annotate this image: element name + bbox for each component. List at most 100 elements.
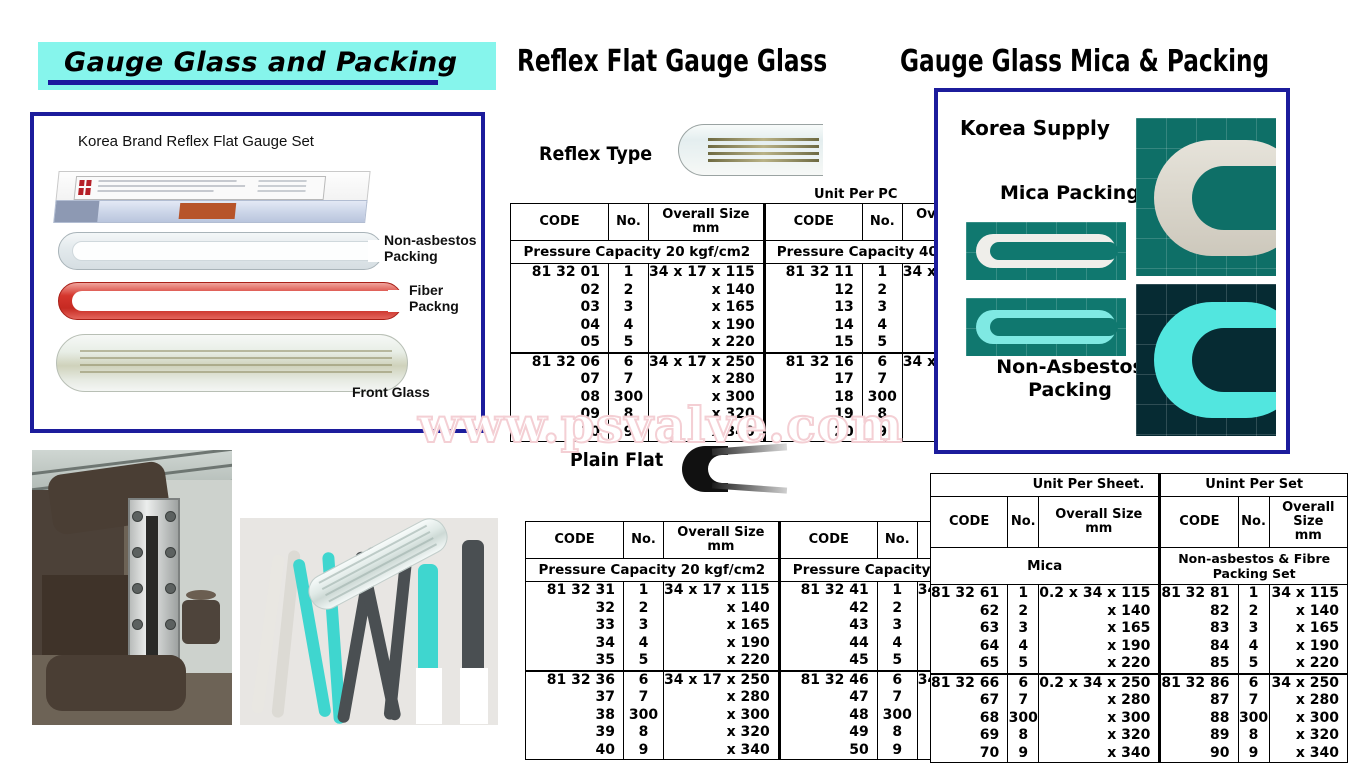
header-size-line2: mm [692, 221, 720, 236]
label-non-asbestos-line2: Packing [384, 248, 438, 264]
cell-line: 84 [1210, 637, 1230, 654]
cell-line: 2 [892, 599, 903, 616]
cell-line: 9 [638, 741, 649, 758]
cell-line: x 280 [726, 689, 770, 705]
header-code-left: CODE [929, 496, 1009, 548]
label-mica-packing: Mica Packing [1000, 182, 1140, 204]
cell-line: x 280 [1107, 692, 1151, 708]
cell-line: 7 [623, 371, 634, 387]
cell-line: x 140 [711, 281, 755, 298]
cell-line: 42 [849, 599, 869, 616]
cell-line: x 190 [711, 316, 755, 333]
packing-spec-table: Unit Per Sheet. Unint Per Set CODE No. O… [929, 473, 1348, 763]
cell-line: 4 [877, 316, 888, 333]
cell-line: 1 [892, 582, 903, 598]
reflex-gauge-set-panel: Korea Brand Reflex Flat Gauge Set Non-as… [30, 112, 485, 433]
cell-line: 88 [1210, 709, 1230, 726]
non-asbestos-packing-strip-photo [966, 298, 1126, 356]
cell-line: 2 [623, 281, 634, 298]
cell-line: x 320 [1107, 727, 1151, 743]
cell-line: 1 [1018, 585, 1029, 601]
cell-line: 65 [979, 655, 1000, 671]
nos-b1-left: 12345 [1007, 584, 1040, 674]
nos-b2-right: 6 7 300 8 9 [861, 351, 903, 442]
sizes-b1-left: 0.2 x 34 x 115 x 140 x 165 x 190 x 220 [1038, 584, 1161, 674]
cell-line: 03 [580, 299, 600, 315]
unit-per-sheet-header: Unit Per Sheet. [929, 473, 1161, 497]
codes-b1-right: 81 32 11 12 13 14 15 [762, 263, 863, 353]
cell-line: x 190 [726, 634, 770, 651]
sizes-b2-left: 0.2 x 34 x 250 x 280 x 300 x 320 x 340 [1038, 672, 1161, 763]
header-no-right: No. [1237, 496, 1270, 548]
cell-line: 0.2 x 34 x 250 [1039, 674, 1151, 691]
codes-b1-left: 81 32 31 32 33 34 35 [525, 581, 624, 671]
sizes-b1-left: 34 x 17 x 115 x 140 x 165 x 190 x 220 [663, 581, 780, 671]
band-pressure-20: Pressure Capacity 20 kgf/cm2 [510, 240, 765, 264]
codes-b2-left: 81 32 06 07 08 09 10 [510, 351, 609, 442]
cell-line: 3 [1248, 620, 1259, 636]
cell-line: 49 [849, 724, 869, 740]
label-fiber-packing: Fiber Packng [409, 282, 459, 314]
title-underline [48, 80, 438, 85]
unit-per-set-header: Unint Per Set [1158, 473, 1348, 497]
cell-line: 68 [979, 709, 1000, 726]
cell-line: 2 [1018, 602, 1029, 619]
center-section-title: Reflex Flat Gauge Glass [517, 44, 828, 79]
cell-line: 6 [877, 353, 888, 370]
cell-line: 34 x 17 x 250 [649, 353, 755, 370]
header-size-line2: mm [707, 539, 735, 554]
nos-b1-right: 12345 [876, 581, 918, 671]
nos-b2-right: 6 7 300 8 9 [1237, 672, 1270, 763]
cell-line: 4 [1018, 637, 1029, 654]
cell-line: 3 [877, 299, 888, 315]
cell-line: 7 [877, 371, 888, 387]
cell-line: 7 [1018, 692, 1029, 708]
cell-line: x 140 [1107, 602, 1151, 619]
cell-line: 3 [638, 617, 649, 633]
header-code-right: CODE [777, 521, 878, 559]
header-code-right: CODE [762, 203, 863, 241]
cell-line: 63 [979, 620, 1000, 636]
cell-line: 300 [1008, 709, 1038, 726]
header-no-right: No. [876, 521, 918, 559]
cell-line: 17 [834, 371, 854, 387]
sizes-b2-right: 34 x 250 x 280 x 300 x 320 x 340 [1268, 672, 1348, 763]
nos-b1-right: 12345 [1237, 584, 1270, 674]
cell-line: 34 [595, 634, 615, 651]
cell-line: 6 [638, 671, 649, 688]
codes-b2-left: 81 32 66 67 68 69 70 [929, 672, 1009, 763]
cell-line: 70 [979, 744, 1000, 761]
header-size-left: Overall Size mm [663, 521, 780, 559]
cell-line: 81 32 36 [546, 671, 615, 688]
cell-line: 3 [892, 617, 903, 633]
cell-line: 33 [595, 617, 615, 633]
cell-line: 05 [580, 334, 600, 350]
cell-line: x 220 [1295, 655, 1339, 671]
cell-line: 81 32 16 [785, 353, 854, 370]
nos-b1-right: 12345 [861, 263, 903, 353]
cell-line: 35 [595, 652, 615, 668]
label-non-asbestos-r-line1: Non-Asbestos [996, 356, 1144, 378]
cell-line: x 300 [711, 388, 755, 405]
non-asbestos-packing-closeup-photo [1136, 284, 1276, 436]
ji-logo [78, 180, 94, 195]
cell-line: 34 x 115 [1271, 585, 1339, 601]
cell-line: x 340 [1107, 744, 1151, 761]
sizes-b2-left: 34 x 17 x 250 x 280 x 300 x 320 x 340 [648, 351, 765, 442]
cell-line: 32 [595, 599, 615, 616]
nos-b2-left: 6 7 300 8 9 [1007, 672, 1040, 763]
nos-b2-left: 6 7 300 8 9 [623, 669, 664, 760]
label-fiber-line2: Packng [409, 298, 459, 314]
cell-line: 34 x 17 x 115 [649, 264, 755, 280]
cell-line: 40 [595, 741, 615, 758]
cell-line: x 340 [711, 423, 755, 440]
label-non-asbestos-r-line2: Packing [1028, 379, 1112, 401]
nos-b2-left: 6 7 300 8 9 [608, 351, 649, 442]
cell-line: 1 [877, 264, 888, 280]
cell-line: 5 [892, 652, 903, 668]
product-carton-photo [53, 171, 371, 223]
cell-line: 13 [834, 299, 854, 315]
cell-line: 18 [834, 388, 854, 405]
unit-per-pc-note: Unit Per PC [814, 187, 898, 202]
cell-line: 34 x 17 x 250 [664, 671, 770, 688]
